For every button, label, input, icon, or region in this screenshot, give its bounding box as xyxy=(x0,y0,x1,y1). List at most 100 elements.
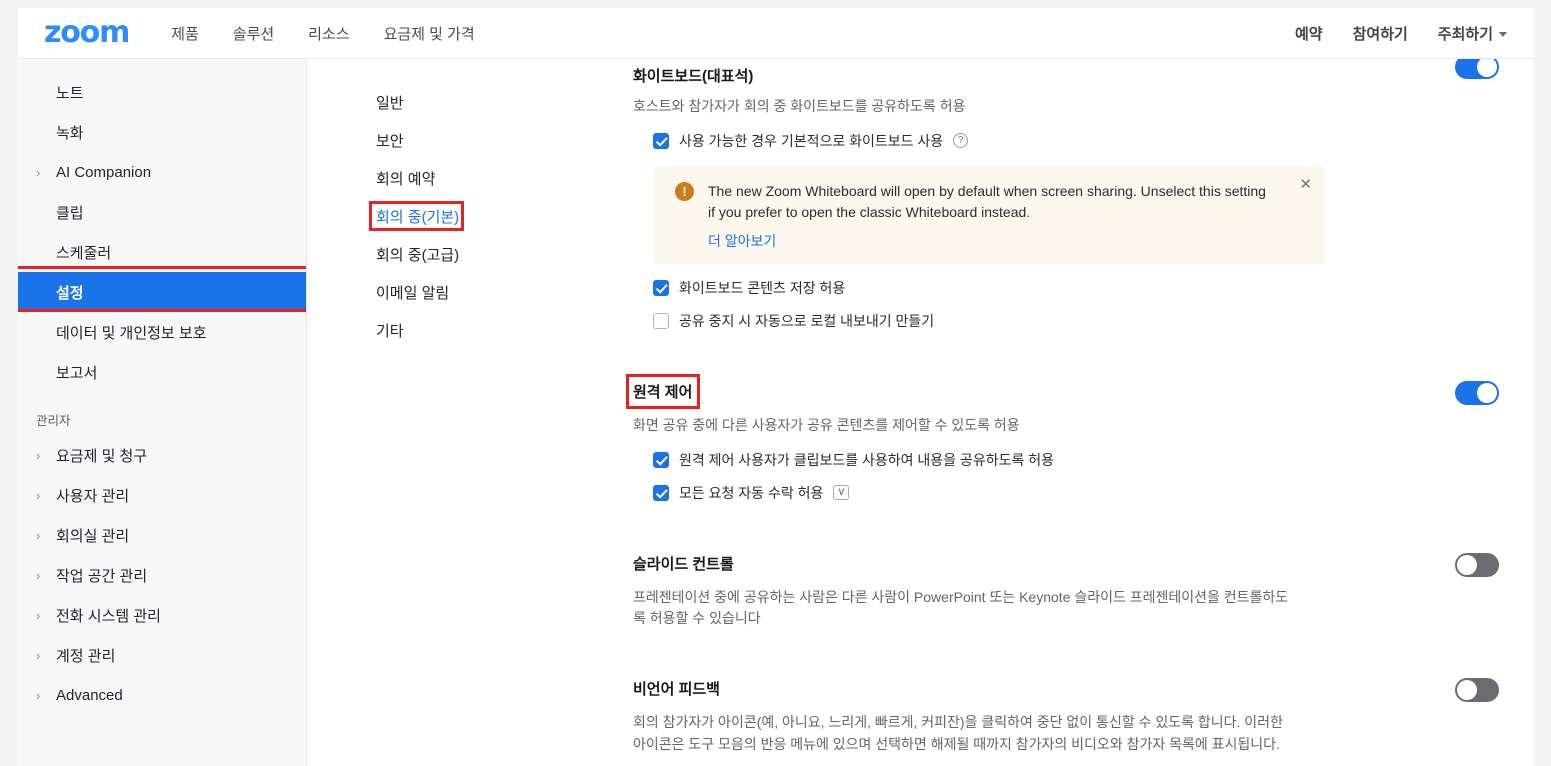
checkbox-auto-local-export[interactable] xyxy=(653,313,669,330)
settings-content: 화이트보드(대표석) 호스트와 참가자가 회의 중 화이트보드를 공유하도록 허… xyxy=(598,59,1533,766)
warning-icon: ! xyxy=(675,181,694,201)
slide-control-toggle[interactable] xyxy=(1455,552,1499,577)
sidebar-item-scheduler[interactable]: 스케줄러 xyxy=(18,232,306,272)
checkbox-row-clipboard-share: 원격 제어 사용자가 클립보드를 사용하여 내용을 공유하도록 허용 xyxy=(653,450,1499,470)
sidebar-item-advanced[interactable]: › Advanced xyxy=(18,675,306,715)
sidebar-item-label: Advanced xyxy=(56,686,123,704)
subnav-item-general[interactable]: 일반 xyxy=(308,83,598,121)
remote-control-toggle[interactable] xyxy=(1455,381,1499,406)
host-label: 주최하기 xyxy=(1437,25,1493,43)
sidebar-item-label: 계정 관리 xyxy=(56,647,116,665)
chevron-right-icon: › xyxy=(36,607,41,623)
toggle-knob xyxy=(1477,59,1497,77)
slide-control-title-wrap: 슬라이드 컨트롤 xyxy=(633,553,734,574)
subnav-item-label: 기타 xyxy=(376,322,404,340)
checkbox-row-default-whiteboard: 사용 가능한 경우 기본적으로 화이트보드 사용 ? xyxy=(653,131,1499,151)
checkbox-row-auto-accept-requests: 모든 요청 자동 수락 허용 V xyxy=(653,483,1499,503)
sidebar-item-phone-system-management[interactable]: › 전화 시스템 관리 xyxy=(18,595,306,635)
sidebar-item-room-management[interactable]: › 회의실 관리 xyxy=(18,515,306,555)
help-icon[interactable]: ? xyxy=(953,133,969,149)
whiteboard-title: 화이트보드(대표석) xyxy=(633,68,754,85)
toggle-knob xyxy=(1477,383,1497,404)
whiteboard-description: 호스트와 참가자가 회의 중 화이트보드를 공유하도록 허용 xyxy=(633,98,966,114)
sidebar-item-settings[interactable]: 설정 xyxy=(18,266,306,312)
chevron-right-icon: › xyxy=(36,487,41,503)
whiteboard-toggle[interactable] xyxy=(1455,59,1499,79)
checkbox-label: 공유 중지 시 자동으로 로컬 내보내기 만들기 xyxy=(679,313,935,330)
nav-link-plans-pricing[interactable]: 요금제 및 가격 xyxy=(384,23,475,44)
sidebar-item-label: 작업 공간 관리 xyxy=(56,567,148,585)
chevron-right-icon: › xyxy=(36,647,41,663)
chevron-right-icon: › xyxy=(36,164,41,180)
checkbox-label: 모든 요청 자동 수락 허용 xyxy=(679,484,824,501)
nonverbal-feedback-title-wrap: 비언어 피드백 xyxy=(633,678,720,699)
nav-link-resources[interactable]: 리소스 xyxy=(308,23,349,44)
subnav-item-schedule-meeting[interactable]: 회의 예약 xyxy=(308,159,598,197)
sidebar-item-clips[interactable]: 클립 xyxy=(18,192,306,232)
sidebar-item-label: 데이터 및 개인정보 보호 xyxy=(56,324,207,342)
close-icon[interactable]: ✕ xyxy=(1299,177,1312,192)
subnav-item-other[interactable]: 기타 xyxy=(308,311,598,349)
sidebar-item-recording[interactable]: 녹화 xyxy=(18,112,306,152)
setting-block-whiteboard: 화이트보드(대표석) 호스트와 참가자가 회의 중 화이트보드를 공유하도록 허… xyxy=(633,59,1499,331)
nonverbal-feedback-description: 회의 참가자가 아이콘(예, 아니요, 느리게, 빠르게, 커피잔)을 클릭하여… xyxy=(633,714,1283,752)
checkbox-remote-clipboard-share[interactable] xyxy=(653,451,669,468)
checkbox-label: 원격 제어 사용자가 클립보드를 사용하여 내용을 공유하도록 허용 xyxy=(679,451,1054,468)
subnav-item-label: 이메일 알림 xyxy=(376,284,450,302)
nav-link-host[interactable]: 주최하기 xyxy=(1438,23,1507,44)
remote-control-title-wrap: 원격 제어 xyxy=(626,374,701,410)
sidebar-item-workspace-management[interactable]: › 작업 공간 관리 xyxy=(18,555,306,595)
whiteboard-sub-checks: 화이트보드 콘텐츠 저장 허용 공유 중지 시 자동으로 로컬 내보내기 만들기 xyxy=(653,278,1499,331)
header-main-nav: 제품 솔루션 리소스 요금제 및 가격 xyxy=(171,23,475,44)
top-header: zoom 제품 솔루션 리소스 요금제 및 가격 예약 참여하기 주최하기 xyxy=(18,8,1533,59)
app-card: zoom 제품 솔루션 리소스 요금제 및 가격 예약 참여하기 주최하기 노트… xyxy=(18,8,1533,766)
toggle-knob xyxy=(1457,680,1477,701)
nav-link-join[interactable]: 참여하기 xyxy=(1353,23,1408,44)
checkbox-default-whiteboard[interactable] xyxy=(653,132,669,149)
chevron-right-icon: › xyxy=(36,447,41,463)
sidebar-item-label: 녹화 xyxy=(56,124,84,142)
learn-more-link[interactable]: 더 알아보기 xyxy=(708,231,776,251)
sidebar-item-notes[interactable]: 노트 xyxy=(18,72,306,112)
banner-text: The new Zoom Whiteboard will open by def… xyxy=(708,182,1266,221)
subnav-item-label: 회의 예약 xyxy=(376,170,436,188)
checkbox-label: 사용 가능한 경우 기본적으로 화이트보드 사용 xyxy=(679,132,944,149)
nav-link-products[interactable]: 제품 xyxy=(171,23,199,44)
sidebar-item-label: 전화 시스템 관리 xyxy=(56,607,161,625)
setting-block-nonverbal-feedback: 비언어 피드백 회의 참가자가 아이콘(예, 아니요, 느리게, 빠르게, 커피… xyxy=(633,678,1499,755)
subnav-item-label: 보안 xyxy=(376,132,404,150)
sidebar-item-label: 노트 xyxy=(56,84,84,102)
whiteboard-title-wrap: 화이트보드(대표석) xyxy=(633,65,753,86)
sidebar-item-user-management[interactable]: › 사용자 관리 xyxy=(18,475,306,515)
schedule-label: 예약 xyxy=(1294,25,1323,43)
subnav-item-label: 회의 중(고급) xyxy=(376,246,460,264)
sidebar-item-label: AI Companion xyxy=(56,163,152,181)
sidebar-item-data-privacy[interactable]: 데이터 및 개인정보 보호 xyxy=(18,312,306,352)
slide-control-description: 프레젠테이션 중에 공유하는 사람은 다른 사람이 PowerPoint 또는 … xyxy=(633,588,1289,627)
sidebar-item-account-management[interactable]: › 계정 관리 xyxy=(18,635,306,675)
sidebar-item-label: 클립 xyxy=(56,204,84,222)
join-label: 참여하기 xyxy=(1352,25,1408,43)
sidebar-item-plans-billing[interactable]: › 요금제 및 청구 xyxy=(18,435,306,475)
sidebar-item-reports[interactable]: 보고서 xyxy=(18,352,306,392)
zoom-logo[interactable]: zoom xyxy=(44,18,130,48)
remote-control-sub-checks: 원격 제어 사용자가 클립보드를 사용하여 내용을 공유하도록 허용 모든 요청… xyxy=(653,450,1499,503)
subnav-item-email-notification[interactable]: 이메일 알림 xyxy=(308,273,598,311)
checkbox-label: 화이트보드 콘텐츠 저장 허용 xyxy=(679,280,846,297)
page-root: zoom 제품 솔루션 리소스 요금제 및 가격 예약 참여하기 주최하기 노트… xyxy=(0,0,1551,766)
toggle-knob xyxy=(1457,554,1477,575)
nonverbal-feedback-toggle[interactable] xyxy=(1455,678,1499,703)
checkbox-allow-save-whiteboard-content[interactable] xyxy=(653,280,669,297)
whiteboard-info-banner: ! The new Zoom Whiteboard will open by d… xyxy=(653,164,1325,266)
nav-link-schedule[interactable]: 예약 xyxy=(1295,23,1323,44)
checkbox-auto-accept-all-requests[interactable] xyxy=(653,484,669,501)
sidebar-item-ai-companion[interactable]: › AI Companion xyxy=(18,152,306,192)
chevron-down-icon xyxy=(1499,31,1507,37)
remote-control-description: 화면 공유 중에 다른 사용자가 공유 콘텐츠를 제어할 수 있도록 허용 xyxy=(633,417,1020,434)
subnav-item-security[interactable]: 보안 xyxy=(308,121,598,159)
subnav-item-in-meeting-basic[interactable]: 회의 중(기본) xyxy=(308,197,598,235)
subnav-item-in-meeting-advanced[interactable]: 회의 중(고급) xyxy=(308,235,598,273)
sidebar-item-label: 설정 xyxy=(56,284,84,302)
settings-subnav: 일반 보안 회의 예약 회의 중(기본) 회의 중(고급) 이메일 알림 기타 xyxy=(308,59,598,766)
nav-link-solutions[interactable]: 솔루션 xyxy=(233,23,274,44)
